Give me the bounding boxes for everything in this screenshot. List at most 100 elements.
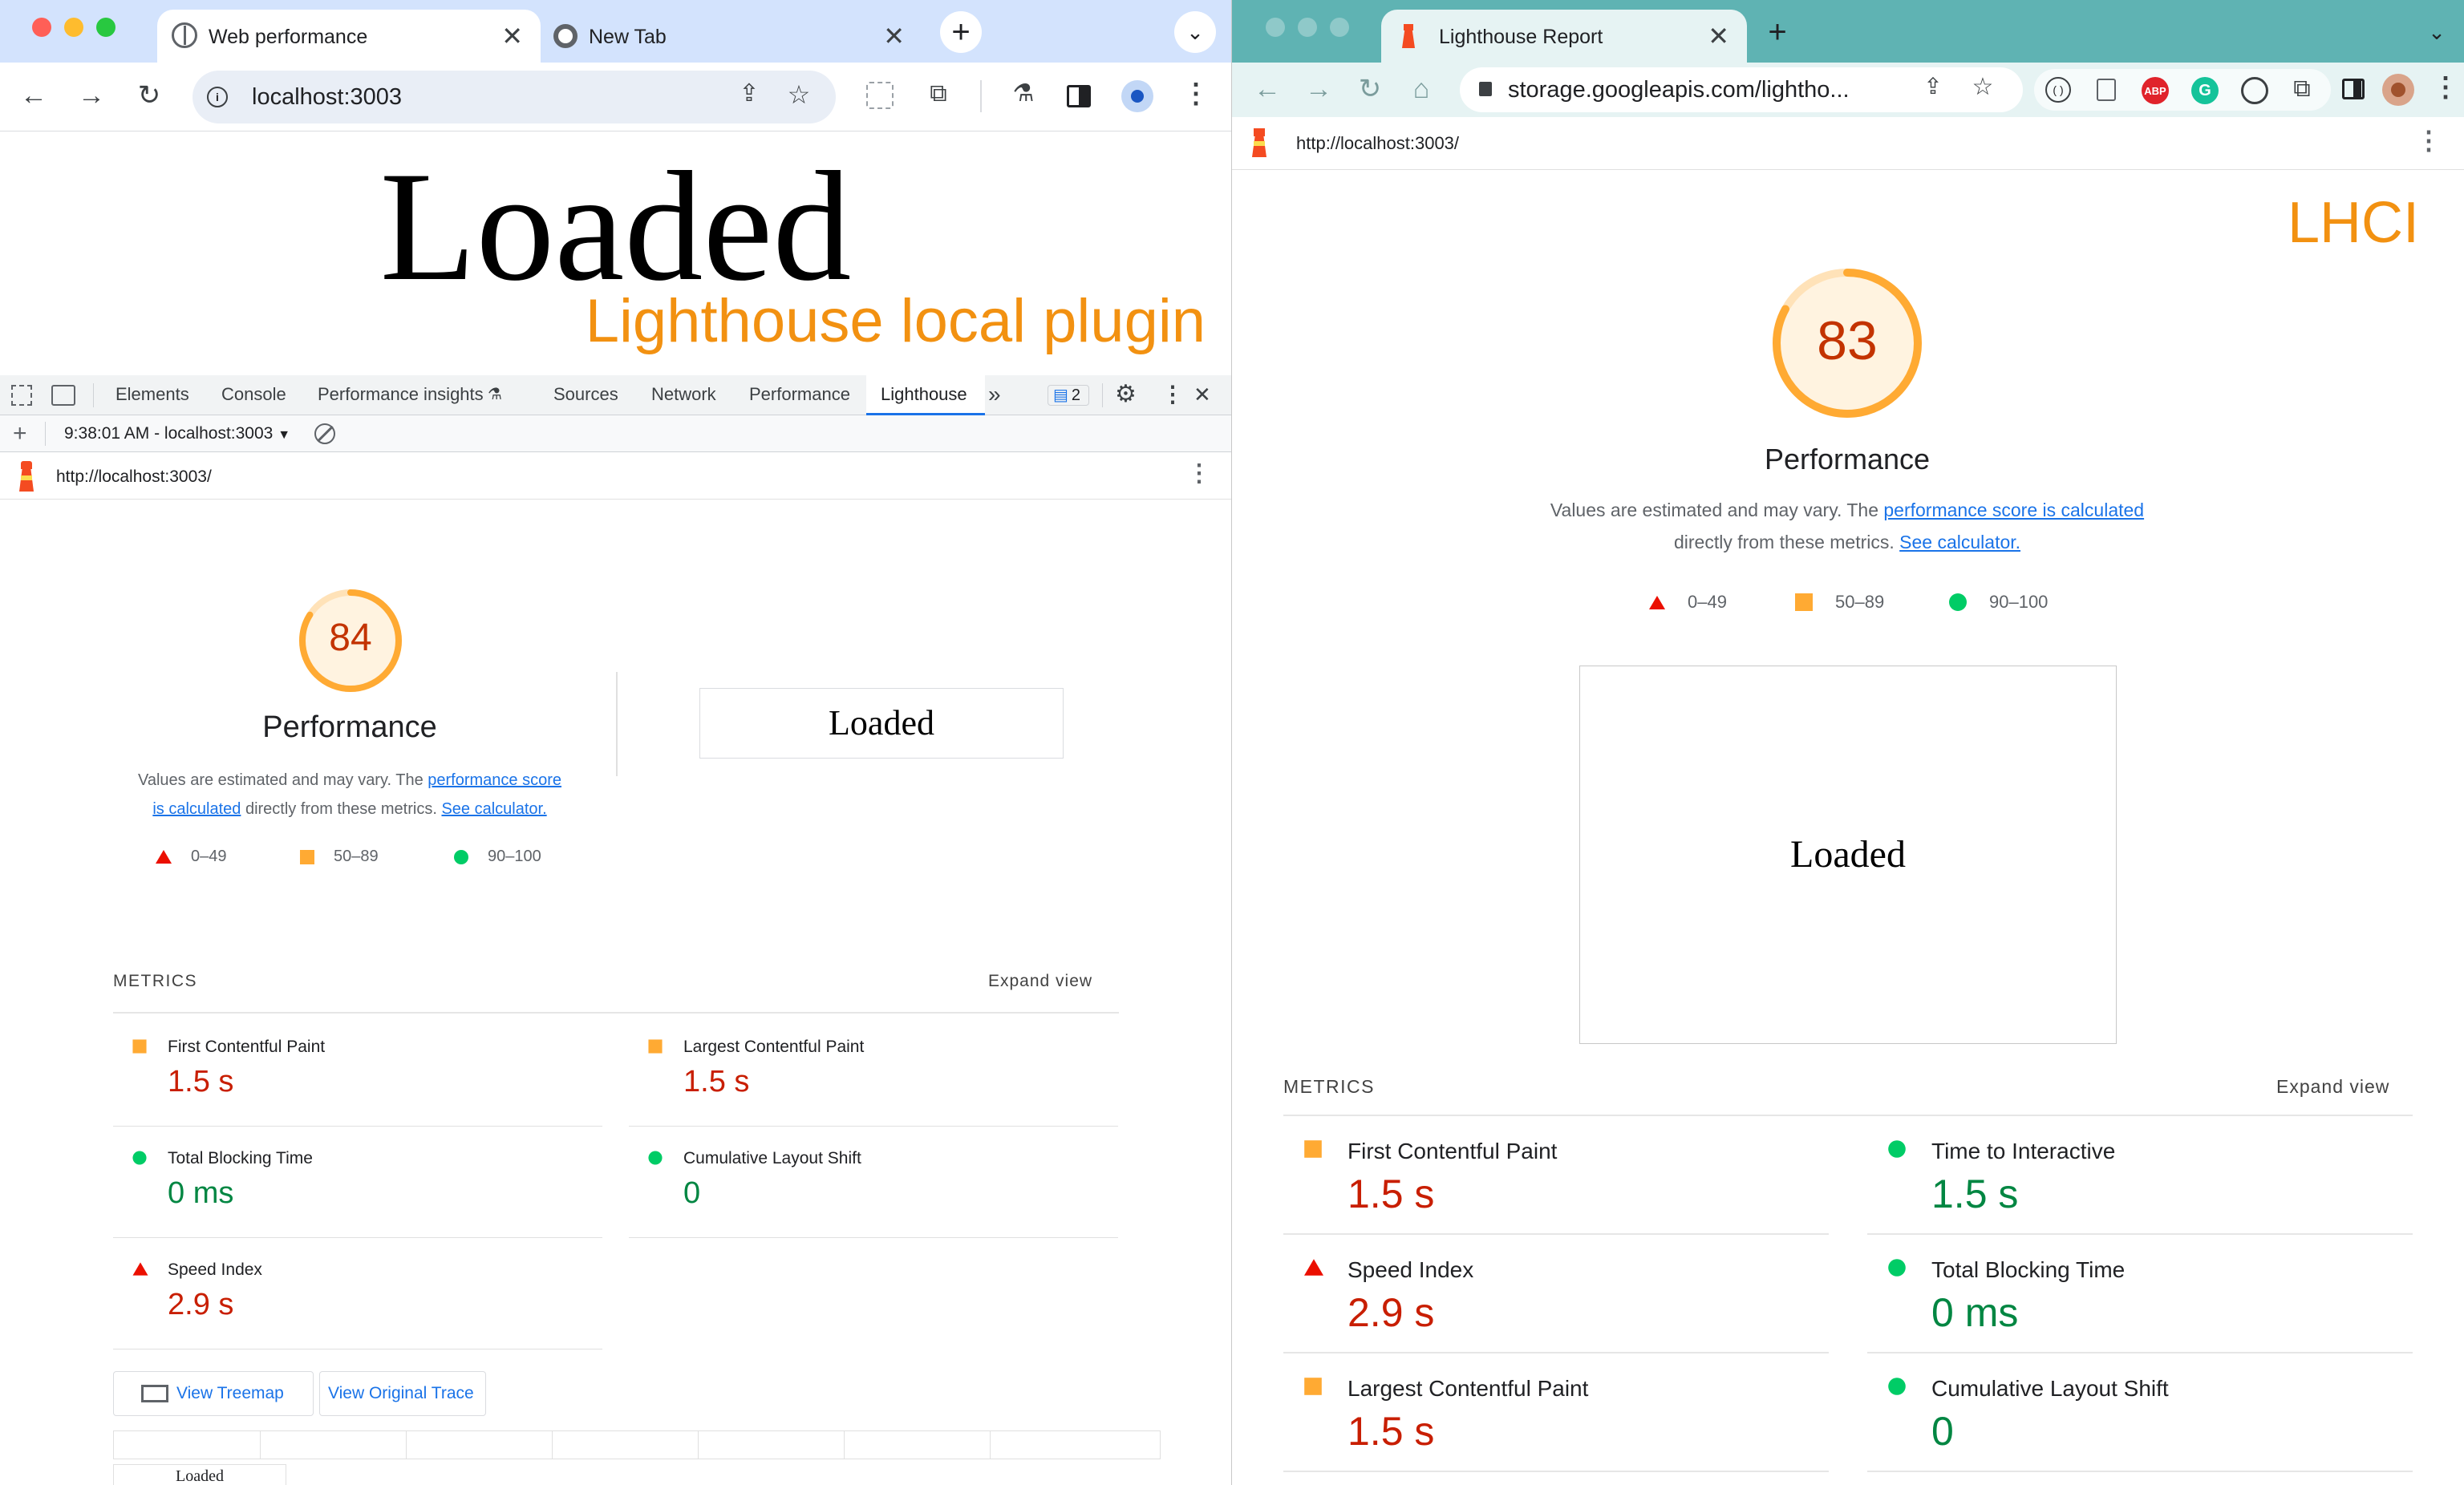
- square-icon: [300, 849, 314, 864]
- close-window-button[interactable]: [1266, 18, 1285, 37]
- lab-flask-icon[interactable]: ⚗: [1007, 82, 1040, 106]
- puzzle-extensions-icon[interactable]: ⧉: [922, 82, 954, 106]
- lighthouse-favicon-icon: [1400, 24, 1416, 48]
- performance-score-link[interactable]: performance score is calculated: [1883, 500, 2144, 520]
- notes-extension-icon[interactable]: [2097, 79, 2116, 101]
- device-toolbar-icon[interactable]: [51, 385, 75, 406]
- puzzle-extensions-icon[interactable]: ⧉: [2286, 77, 2318, 101]
- maximize-window-button[interactable]: [96, 18, 116, 37]
- circle-icon: [1888, 1140, 1906, 1158]
- forward-icon[interactable]: →: [1304, 75, 1333, 103]
- settings-gear-icon[interactable]: ⚙: [1115, 375, 1137, 414]
- home-icon[interactable]: ⌂: [1407, 75, 1436, 103]
- see-calculator-link[interactable]: See calculator.: [1899, 532, 2020, 552]
- tab-new-tab[interactable]: New Tab ✕: [542, 10, 922, 63]
- performance-score-link[interactable]: performance score: [428, 771, 561, 789]
- tab-lighthouse-report[interactable]: Lighthouse Report ✕: [1381, 10, 1747, 63]
- menu-kebab-icon[interactable]: ⋮: [1182, 80, 1210, 107]
- back-icon[interactable]: ←: [1253, 75, 1282, 103]
- triangle-icon: [1649, 595, 1665, 609]
- new-report-plus-icon[interactable]: +: [13, 420, 27, 447]
- devtools-menu-icon[interactable]: ⋮: [1161, 375, 1184, 414]
- more-tabs-chevron-icon[interactable]: »: [988, 375, 1001, 414]
- report-menu-kebab-icon[interactable]: ⋮: [2416, 125, 2442, 156]
- final-screenshot[interactable]: Loaded: [1579, 666, 2117, 1044]
- profile-avatar-icon[interactable]: [1121, 80, 1153, 112]
- reload-icon[interactable]: ↻: [1356, 75, 1384, 103]
- maximize-window-button[interactable]: [1330, 18, 1349, 37]
- devtools-tab-lighthouse[interactable]: Lighthouse: [866, 375, 985, 415]
- toolbar-divider: [980, 80, 982, 112]
- new-tab-button[interactable]: +: [940, 11, 982, 53]
- desc-text: directly from these metrics.: [245, 800, 437, 818]
- report-url-bar: http://localhost:3003/ ⋮: [1232, 117, 2464, 170]
- triangle-icon: [156, 850, 172, 864]
- final-screenshot[interactable]: Loaded: [699, 688, 1064, 759]
- password-extension-icon[interactable]: [2241, 77, 2268, 104]
- expand-view-toggle[interactable]: Expand view: [988, 972, 1092, 991]
- metric-item: Total Blocking Time 0 ms: [113, 1127, 602, 1238]
- issues-badge[interactable]: ▤ 2: [1048, 385, 1089, 406]
- side-panel-icon[interactable]: [2342, 79, 2365, 99]
- button-label: View Treemap: [176, 1384, 284, 1402]
- close-devtools-icon[interactable]: ✕: [1194, 375, 1211, 414]
- profile-avatar-icon[interactable]: [2382, 74, 2414, 106]
- close-window-button[interactable]: [32, 18, 51, 37]
- see-calculator-link[interactable]: See calculator.: [441, 800, 546, 818]
- globe-icon: [172, 22, 197, 48]
- devtools-tab-elements[interactable]: Elements: [116, 375, 189, 414]
- devtools-tab-network[interactable]: Network: [651, 375, 716, 414]
- treemap-icon: [141, 1385, 168, 1402]
- metric-item: First Contentful Paint 1.5 s: [1283, 1116, 1829, 1235]
- circle-icon: [132, 1151, 147, 1165]
- report-url: http://localhost:3003/: [56, 467, 212, 486]
- devtools-tab-console[interactable]: Console: [221, 375, 286, 414]
- new-tab-button[interactable]: +: [1757, 11, 1798, 53]
- clear-reports-icon[interactable]: [314, 423, 335, 444]
- metric-value: 1.5 s: [1348, 1171, 1435, 1216]
- metric-value: 1.5 s: [1348, 1409, 1435, 1454]
- metrics-header: METRICS: [1283, 1076, 1375, 1097]
- filmstrip-frame[interactable]: Loaded: [113, 1464, 286, 1485]
- menu-kebab-icon[interactable]: ⋮: [2432, 74, 2459, 101]
- inspect-element-icon[interactable]: [11, 385, 32, 406]
- minimize-window-button[interactable]: [64, 18, 83, 37]
- tab-search-chevron-icon[interactable]: ⌄: [2416, 11, 2458, 53]
- extension-icon[interactable]: ( ): [2045, 77, 2071, 103]
- back-icon[interactable]: ←: [18, 82, 50, 109]
- close-tab-icon[interactable]: ✕: [883, 21, 905, 51]
- view-original-trace-button[interactable]: View Original Trace: [319, 1371, 486, 1416]
- site-info-icon[interactable]: i: [207, 87, 228, 107]
- report-session-select[interactable]: 9:38:01 AM - localhost:3003 ▼: [64, 424, 290, 443]
- grammarly-icon[interactable]: G: [2191, 77, 2219, 104]
- lighthouse-toolbar: + 9:38:01 AM - localhost:3003 ▼: [0, 415, 1231, 452]
- adblock-icon[interactable]: ABP: [2142, 77, 2169, 104]
- minimize-window-button[interactable]: [1298, 18, 1317, 37]
- bookmark-star-icon[interactable]: ☆: [1967, 75, 1999, 99]
- expand-view-toggle[interactable]: Expand view: [2276, 1076, 2389, 1098]
- address-bar[interactable]: i localhost:3003 ⇪ ☆: [192, 71, 836, 123]
- metric-name: Speed Index: [1348, 1257, 1474, 1282]
- forward-icon[interactable]: →: [75, 82, 107, 109]
- devtools-tab-sources[interactable]: Sources: [553, 375, 618, 414]
- side-panel-icon[interactable]: [1067, 85, 1091, 107]
- bookmark-star-icon[interactable]: ☆: [783, 82, 815, 107]
- left-browser-window: Web performance ✕ New Tab ✕ + ⌄ ← → ↻ i …: [0, 0, 1231, 1485]
- reload-icon[interactable]: ↻: [133, 82, 165, 109]
- devtools-tab-performance[interactable]: Performance: [749, 375, 850, 414]
- is-calculated-link[interactable]: is calculated: [152, 800, 241, 818]
- close-tab-icon[interactable]: ✕: [1708, 21, 1729, 51]
- gauge-divider: [616, 672, 618, 776]
- close-tab-icon[interactable]: ✕: [501, 21, 523, 51]
- flask-icon: ⚗: [488, 386, 502, 403]
- report-menu-kebab-icon[interactable]: ⋮: [1187, 459, 1211, 488]
- tab-search-chevron-icon[interactable]: ⌄: [1174, 11, 1216, 53]
- devtools-tab-performance-insights[interactable]: Performance insights: [318, 375, 484, 414]
- desc-text: directly from these metrics.: [1673, 532, 1895, 552]
- share-icon[interactable]: ⇪: [1917, 75, 1949, 98]
- tab-web-performance[interactable]: Web performance ✕: [157, 10, 541, 63]
- address-bar[interactable]: storage.googleapis.com/lightho... ⇪ ☆: [1460, 67, 2023, 112]
- view-treemap-button[interactable]: View Treemap: [113, 1371, 314, 1416]
- extension-icon[interactable]: [866, 82, 894, 109]
- share-icon[interactable]: ⇪: [733, 82, 765, 106]
